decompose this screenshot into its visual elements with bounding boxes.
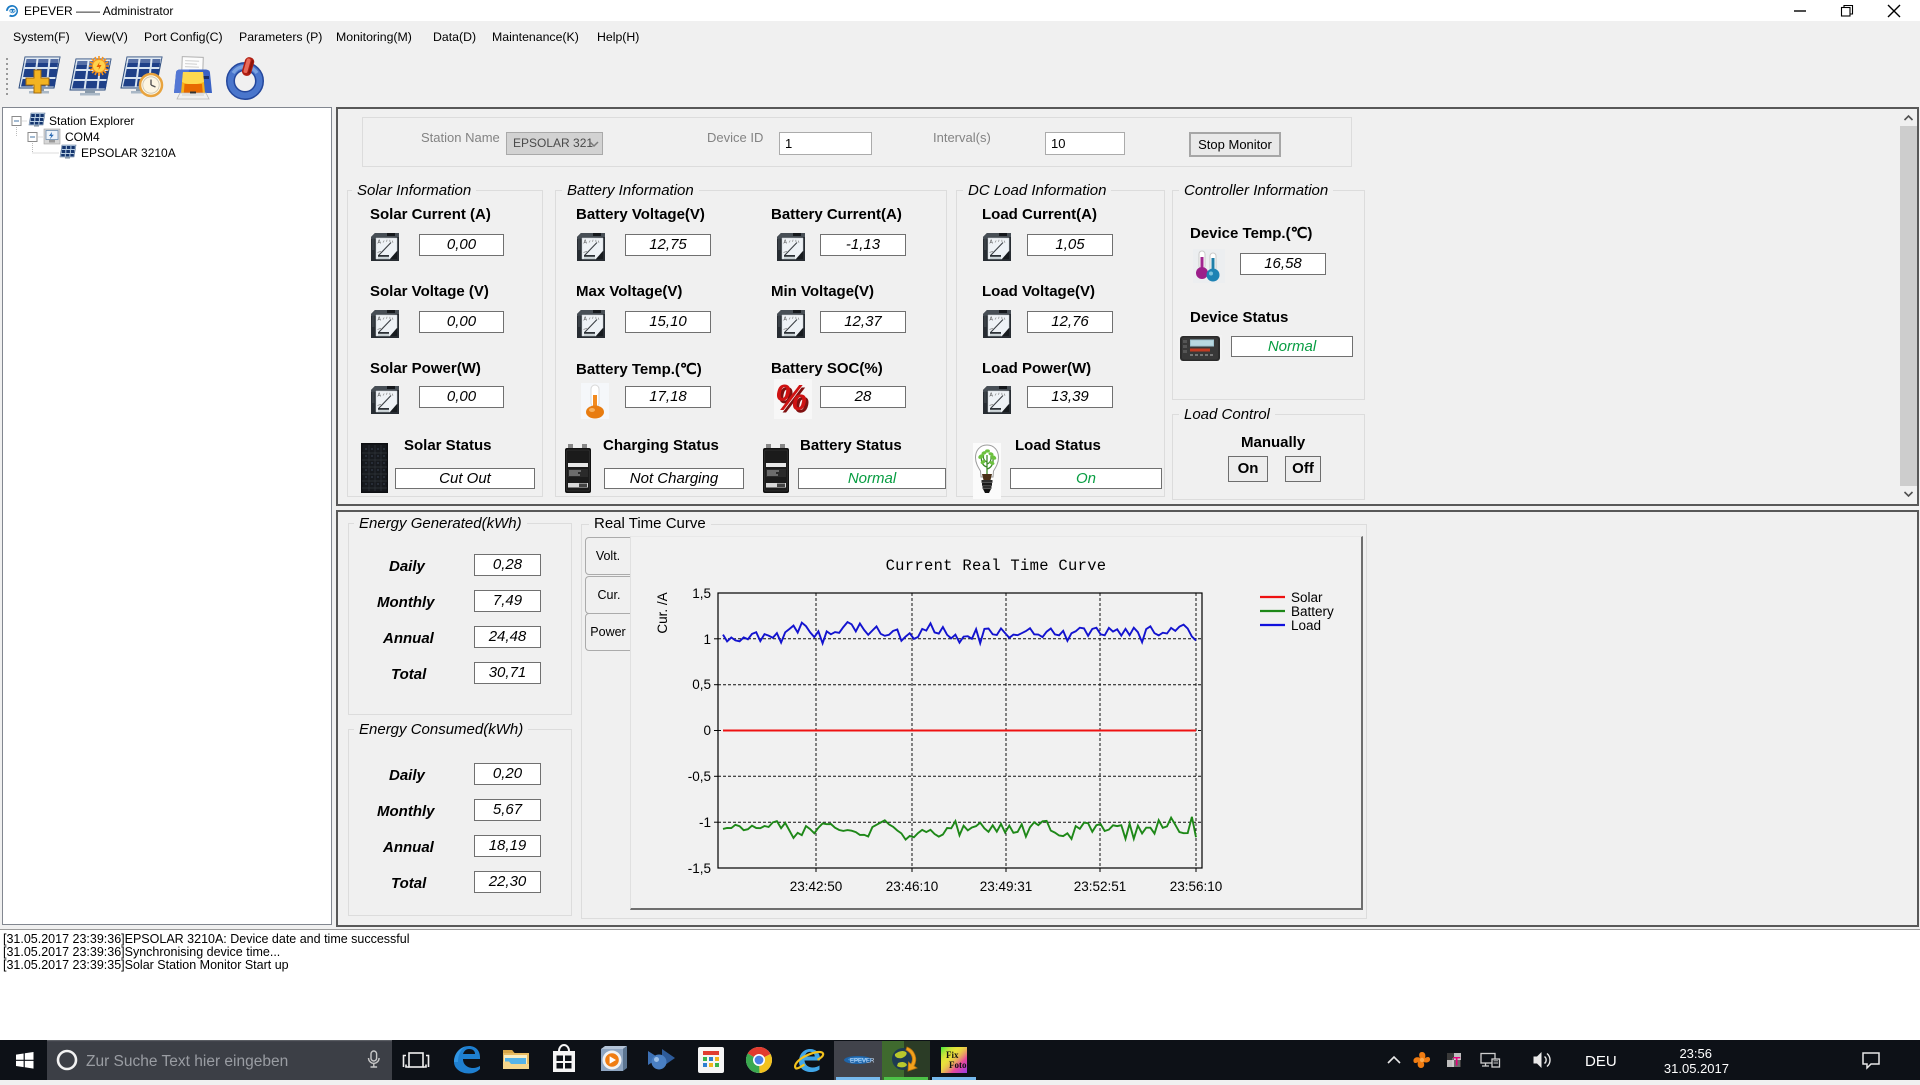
svg-text:-1: -1 bbox=[699, 815, 711, 830]
svg-text:0: 0 bbox=[703, 723, 711, 738]
svg-text:23:46:10: 23:46:10 bbox=[886, 879, 939, 894]
svg-text:1: 1 bbox=[703, 632, 711, 647]
svg-text:23:56: 23:56 bbox=[1679, 1046, 1712, 1061]
svg-text:Solar: Solar bbox=[1291, 590, 1323, 605]
svg-text:Zur Suche Text hier eingeben: Zur Suche Text hier eingeben bbox=[86, 1053, 288, 1070]
svg-text:T: T bbox=[1453, 1055, 1461, 1069]
svg-text:Battery: Battery bbox=[1291, 604, 1334, 619]
svg-text:1,5: 1,5 bbox=[692, 586, 711, 601]
svg-text:DEU: DEU bbox=[1585, 1053, 1617, 1070]
svg-text:Cur. /A: Cur. /A bbox=[655, 592, 670, 633]
svg-text:23:42:50: 23:42:50 bbox=[790, 879, 843, 894]
svg-text:-1,5: -1,5 bbox=[688, 861, 711, 876]
svg-text:Load: Load bbox=[1291, 618, 1321, 633]
svg-text:0,5: 0,5 bbox=[692, 677, 711, 692]
svg-text:23:56:10: 23:56:10 bbox=[1170, 879, 1223, 894]
svg-text:EPEVER: EPEVER bbox=[850, 1059, 875, 1065]
svg-text:Current Real Time Curve: Current Real Time Curve bbox=[886, 557, 1107, 575]
svg-text:Fix: Fix bbox=[946, 1050, 959, 1060]
svg-text:Foto: Foto bbox=[949, 1060, 967, 1070]
svg-text:BUS: BUS bbox=[8, 9, 17, 14]
svg-text:23:49:31: 23:49:31 bbox=[980, 879, 1033, 894]
svg-text:23:52:51: 23:52:51 bbox=[1074, 879, 1127, 894]
svg-text:31.05.2017: 31.05.2017 bbox=[1664, 1061, 1729, 1076]
svg-text:-0,5: -0,5 bbox=[688, 769, 711, 784]
